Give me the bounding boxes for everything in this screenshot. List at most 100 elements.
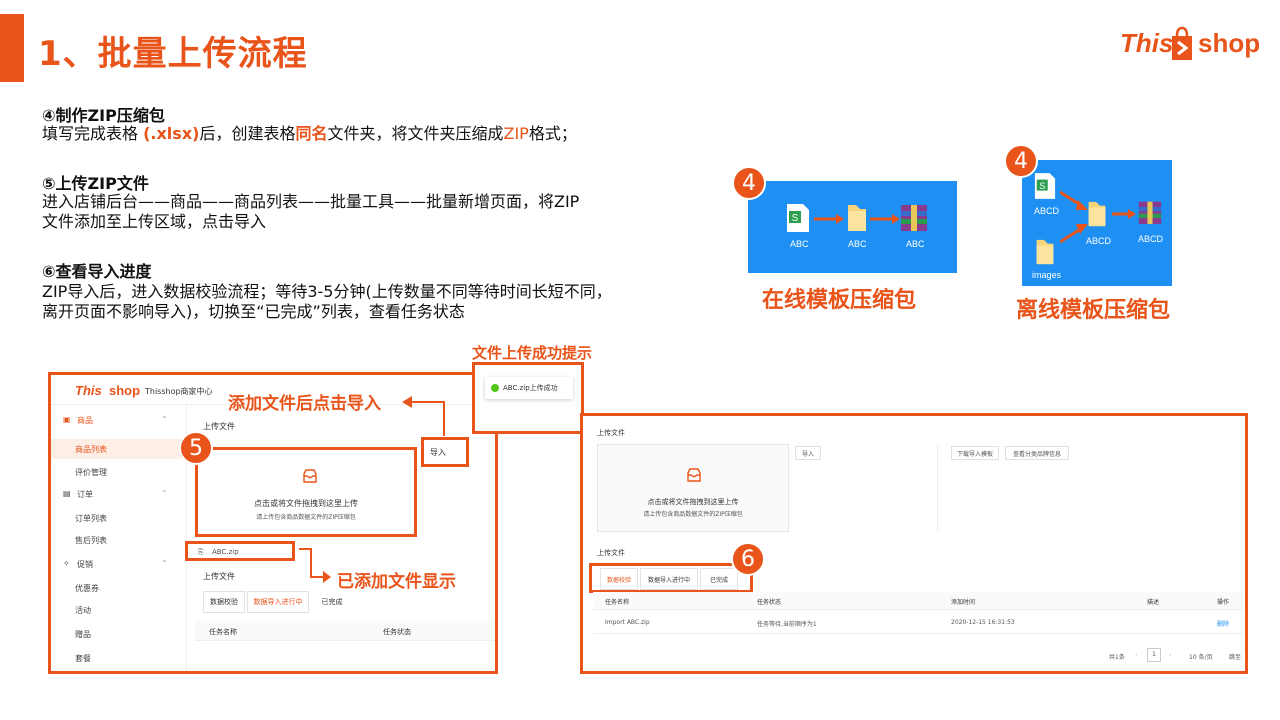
- check-circle-icon: [491, 384, 499, 392]
- step-badge: 6: [731, 542, 765, 576]
- list-icon: ▤: [63, 489, 71, 498]
- added-file-name[interactable]: ABC.zip: [212, 548, 239, 556]
- chevron-up-icon: ⌃: [161, 415, 168, 424]
- paperclip-icon: ⎘: [198, 548, 204, 556]
- shopping-bag-icon: [1172, 26, 1192, 60]
- drop-zone-hint: 请上传包含商品数据文件的ZIP压缩包: [256, 514, 356, 521]
- online-template-caption: 在线模板压缩包: [762, 288, 917, 313]
- tag-icon: ✧: [63, 559, 70, 568]
- sidebar-group-label: 订单: [77, 490, 93, 499]
- upload-section-title: 上传文件: [597, 429, 625, 437]
- pagination-total: 共1条: [1109, 654, 1125, 661]
- chevron-left-icon[interactable]: ‹: [1135, 652, 1137, 659]
- step4-text: 填写完成表格 (.xlsx)后，创建表格同名文件夹，将文件夹压缩成ZIP格式；: [42, 124, 577, 144]
- logo-text-shop: shop: [1198, 28, 1261, 58]
- sidebar-item-product-list[interactable]: 商品列表: [51, 439, 187, 459]
- page-title: 1、批量上传流程: [38, 34, 308, 74]
- column-header: 任务状态: [757, 599, 782, 606]
- mini-logo-this: This: [75, 383, 102, 398]
- svg-text:S: S: [1039, 181, 1045, 191]
- slide: 1、批量上传流程 This shop ④制作ZIP压缩包 填写完成表格 (.xl…: [0, 0, 1280, 720]
- file-label: ABC: [848, 239, 867, 249]
- upload-section-title: 上传文件: [203, 422, 235, 431]
- tab-importing[interactable]: 数据导入进行中: [247, 591, 309, 613]
- page-number[interactable]: 1: [1147, 648, 1161, 662]
- import-button[interactable]: 导入: [430, 447, 446, 458]
- folder-icon: [1088, 201, 1106, 227]
- click-import-annotation: 添加文件后点击导入: [228, 394, 381, 414]
- step-badge: 4: [1004, 144, 1038, 178]
- logo-text-this: This: [1120, 28, 1174, 58]
- task-tabs: 数据校验 数据导入进行中 已完成: [600, 568, 750, 590]
- sidebar-item-label: 售后列表: [75, 536, 107, 545]
- sidebar-item-label: 商品列表: [75, 445, 107, 454]
- sidebar-item-label: 评价管理: [75, 468, 107, 477]
- tab-completed[interactable]: 已完成: [311, 591, 353, 613]
- file-added-annotation: 已添加文件显示: [337, 572, 456, 592]
- tab-validation[interactable]: 数据校验: [203, 591, 245, 613]
- column-header: 添加时间: [951, 599, 976, 606]
- step4-text-d: 格式；: [528, 124, 577, 143]
- task-name: Import ABC.zip: [605, 619, 650, 626]
- step4-text-b: 后，创建表格: [199, 124, 296, 143]
- chevron-right-icon[interactable]: ›: [1169, 652, 1171, 659]
- inbox-icon: [687, 468, 701, 482]
- upload-section-title-2: 上传文件: [203, 572, 235, 581]
- offline-template-figure: S ABCD images ABCD ABCD: [1022, 160, 1172, 286]
- table-header: 任务名称 任务状态: [195, 621, 495, 641]
- step4-text-a: 填写完成表格: [42, 124, 144, 143]
- toast-highlight: ABC.zip上传成功: [472, 362, 584, 434]
- step6-line2: 离开页面不影响导入)，切换至“已完成”列表，查看任务状态: [42, 302, 465, 321]
- added-file-highlight: ⎘ ABC.zip: [185, 541, 295, 561]
- sidebar: ▣ 商品 ⌃ 商品列表 评价管理 ▤ 订单 ⌃ 订单列表 售后列表 ✧ 促销 ⌃…: [51, 405, 187, 671]
- sidebar-item-label: 套餐: [75, 654, 91, 663]
- column-header: 任务状态: [383, 628, 411, 636]
- import-button[interactable]: 导入: [795, 446, 821, 460]
- file-label: ABC: [790, 239, 809, 249]
- spreadsheet-icon: S: [1034, 173, 1056, 199]
- sidebar-item-label: 赠品: [75, 630, 91, 639]
- import-button-label: 导入: [801, 450, 814, 458]
- delete-link[interactable]: 删除: [1217, 619, 1229, 628]
- goto-page[interactable]: 跳至: [1229, 652, 1241, 661]
- column-header: 任务名称: [209, 628, 237, 636]
- view-brand-info-label: 查看分类品牌信息: [1012, 450, 1061, 458]
- step6-heading: ⑥查看导入进度: [42, 262, 152, 281]
- file-label: ABCD: [1138, 234, 1164, 244]
- page-size-select[interactable]: 10 条/页: [1189, 652, 1213, 661]
- chevron-up-icon: ⌃: [161, 489, 168, 498]
- spreadsheet-icon: S: [787, 204, 809, 232]
- accent-bar: [0, 14, 24, 82]
- svg-text:S: S: [792, 213, 799, 224]
- file-label: ABCD: [1034, 206, 1060, 216]
- step-badge: 4: [732, 166, 766, 200]
- step-badge: 5: [179, 431, 213, 465]
- arrow-right-icon: [1112, 209, 1136, 219]
- step4-hl-zip: ZIP: [503, 124, 529, 143]
- arrow-left-down-icon: [402, 396, 445, 436]
- file-label: images: [1032, 270, 1062, 280]
- drop-zone-text: 点击或将文件拖拽到这里上传: [647, 498, 739, 506]
- mini-logo-shop: shop: [109, 383, 141, 398]
- tab-validation[interactable]: 数据校验: [600, 568, 638, 590]
- sidebar-item-label: 活动: [75, 606, 91, 615]
- download-template-button[interactable]: 下载导入模板: [951, 446, 999, 460]
- tab-completed[interactable]: 已完成: [700, 568, 738, 590]
- archive-icon: [1138, 201, 1162, 224]
- step5-line2: 文件添加至上传区域，点击导入: [42, 212, 267, 231]
- tab-importing[interactable]: 数据导入进行中: [640, 568, 698, 590]
- download-template-label: 下载导入模板: [956, 450, 993, 458]
- view-brand-info-button[interactable]: 查看分类品牌信息: [1005, 446, 1069, 460]
- pagination: 共1条 ‹ 1 › 10 条/页 跳至: [1003, 648, 1243, 664]
- upload-success-annotation: 文件上传成功提示: [472, 344, 593, 362]
- drop-zone[interactable]: 点击或将文件拖拽到这里上传 请上传包含商品数据文件的ZIP压缩包: [195, 447, 417, 537]
- file-label: ABCD: [1086, 236, 1112, 246]
- table-header: 任务名称 任务状态 添加时间 描述 操作: [593, 592, 1243, 610]
- step4-heading: ④制作ZIP压缩包: [42, 106, 165, 125]
- arrow-right-icon: [870, 214, 900, 224]
- archive-icon: [901, 205, 927, 231]
- drop-zone[interactable]: 点击或将文件拖拽到这里上传 请上传包含商品数据文件的ZIP压缩包: [597, 444, 789, 532]
- step5-line1: 进入店铺后台——商品——商品列表——批量工具——批量新增页面，将ZIP: [42, 192, 580, 211]
- toast-text: ABC.zip上传成功: [503, 384, 558, 392]
- success-toast: ABC.zip上传成功: [485, 377, 573, 399]
